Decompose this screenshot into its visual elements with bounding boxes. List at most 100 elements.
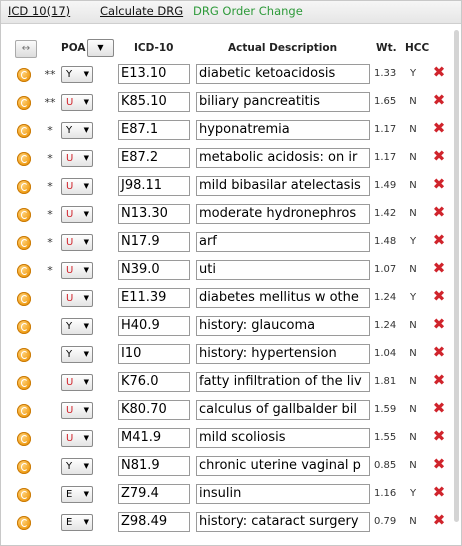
icd-code-field[interactable]: N17.9 (118, 232, 190, 252)
scrollbar[interactable] (454, 24, 460, 544)
icd-code-field[interactable]: Z79.4 (118, 484, 190, 504)
poa-select[interactable]: Y ▼ (61, 122, 93, 139)
flag-icon[interactable] (17, 96, 31, 110)
delete-icon[interactable]: ✖ (432, 316, 446, 332)
flag-icon[interactable] (17, 208, 31, 222)
delete-icon[interactable]: ✖ (432, 400, 446, 416)
flag-icon[interactable] (17, 516, 31, 530)
delete-icon[interactable]: ✖ (432, 64, 446, 80)
description-field[interactable]: fatty infiltration of the liv (196, 372, 370, 392)
delete-icon[interactable]: ✖ (432, 428, 446, 444)
delete-icon[interactable]: ✖ (432, 92, 446, 108)
poa-select[interactable]: Y ▼ (61, 346, 93, 363)
poa-select[interactable]: Y ▼ (61, 66, 93, 83)
description-field[interactable]: biliary pancreatitis (196, 92, 370, 112)
description-field[interactable]: mild scoliosis (196, 428, 370, 448)
poa-select[interactable]: U ▼ (61, 94, 93, 111)
poa-select[interactable]: Y ▼ (61, 458, 93, 475)
poa-select[interactable]: U ▼ (61, 402, 93, 419)
description-field[interactable]: moderate hydronephros (196, 204, 370, 224)
flag-icon[interactable] (17, 460, 31, 474)
delete-icon[interactable]: ✖ (432, 232, 446, 248)
delete-icon[interactable]: ✖ (432, 344, 446, 360)
poa-select[interactable]: U ▼ (61, 234, 93, 251)
flag-icon[interactable] (17, 124, 31, 138)
delete-icon[interactable]: ✖ (432, 512, 446, 528)
description-field[interactable]: diabetes mellitus w othe (196, 288, 370, 308)
icd-code-field[interactable]: Z98.49 (118, 512, 190, 532)
flag-icon[interactable] (17, 348, 31, 362)
tab-icd10[interactable]: ICD 10(17) (8, 5, 70, 18)
icd-code-field[interactable]: J98.11 (118, 176, 190, 196)
tab-calculate-drg[interactable]: Calculate DRG (100, 5, 183, 18)
description-field[interactable]: history: cataract surgery (196, 512, 370, 532)
flag-icon[interactable] (17, 376, 31, 390)
poa-select[interactable]: Y ▼ (61, 318, 93, 335)
flag-icon[interactable] (17, 292, 31, 306)
delete-icon[interactable]: ✖ (432, 120, 446, 136)
description-field[interactable]: chronic uterine vaginal p (196, 456, 370, 476)
poa-bulk-select[interactable]: ▼ (87, 39, 114, 57)
flag-icon[interactable] (17, 152, 31, 166)
icd-code-field[interactable]: E87.2 (118, 148, 190, 168)
icd-code-field[interactable]: H40.9 (118, 316, 190, 336)
delete-icon[interactable]: ✖ (432, 176, 446, 192)
flag-icon[interactable] (17, 68, 31, 82)
icd-code-field[interactable]: N81.9 (118, 456, 190, 476)
poa-value: U (66, 265, 74, 276)
scrollbar-thumb[interactable] (454, 30, 459, 522)
priority-stars: * (47, 180, 53, 193)
description-field[interactable]: uti (196, 260, 370, 280)
delete-icon[interactable]: ✖ (432, 288, 446, 304)
description-field[interactable]: history: hypertension (196, 344, 370, 364)
icd-code-field[interactable]: E11.39 (118, 288, 190, 308)
icd-code-field[interactable]: N39.0 (118, 260, 190, 280)
delete-icon[interactable]: ✖ (432, 204, 446, 220)
description-field[interactable]: hyponatremia (196, 120, 370, 140)
poa-select[interactable]: U ▼ (61, 262, 93, 279)
poa-select[interactable]: U ▼ (61, 178, 93, 195)
description-field[interactable]: calculus of gallbalder bil (196, 400, 370, 420)
poa-select[interactable]: U ▼ (61, 150, 93, 167)
flag-icon[interactable] (17, 264, 31, 278)
delete-icon[interactable]: ✖ (432, 484, 446, 500)
chevron-down-icon: ▼ (83, 518, 89, 526)
icd-code-field[interactable]: M41.9 (118, 428, 190, 448)
description-field[interactable]: mild bibasilar atelectasis (196, 176, 370, 196)
description-field[interactable]: insulin (196, 484, 370, 504)
poa-select[interactable]: E ▼ (61, 514, 93, 531)
description-field[interactable]: history: glaucoma (196, 316, 370, 336)
icd-code-field[interactable]: N13.30 (118, 204, 190, 224)
poa-select[interactable]: E ▼ (61, 486, 93, 503)
poa-select[interactable]: U ▼ (61, 290, 93, 307)
poa-select[interactable]: U ▼ (61, 374, 93, 391)
flag-icon[interactable] (17, 320, 31, 334)
delete-icon[interactable]: ✖ (432, 372, 446, 388)
flag-icon[interactable] (17, 236, 31, 250)
icd-code-field[interactable]: E87.1 (118, 120, 190, 140)
flag-icon[interactable] (17, 404, 31, 418)
flag-icon[interactable] (17, 180, 31, 194)
tab-bar: ICD 10(17) Calculate DRG DRG Order Chang… (1, 1, 461, 24)
description-field[interactable]: diabetic ketoacidosis (196, 64, 370, 84)
flag-icon[interactable] (17, 432, 31, 446)
icd-code-field[interactable]: E13.10 (118, 64, 190, 84)
poa-select[interactable]: U ▼ (61, 206, 93, 223)
delete-icon[interactable]: ✖ (432, 456, 446, 472)
poa-select[interactable]: U ▼ (61, 430, 93, 447)
delete-icon[interactable]: ✖ (432, 148, 446, 164)
priority-stars: ** (44, 68, 56, 81)
icd-code-field[interactable]: K76.0 (118, 372, 190, 392)
tab-drg-order-change[interactable]: DRG Order Change (193, 5, 303, 18)
resize-horizontal-icon[interactable]: ↔ (15, 40, 37, 58)
weight-value: 0.79 (374, 516, 397, 527)
icd-code-field[interactable]: K85.10 (118, 92, 190, 112)
delete-icon[interactable]: ✖ (432, 260, 446, 276)
table-row: Y ▼ H40.9 history: glaucoma 1.24 N ✖ (1, 313, 461, 341)
description-field[interactable]: metabolic acidosis: on ir (196, 148, 370, 168)
description-field[interactable]: arf (196, 232, 370, 252)
icd-code-field[interactable]: K80.70 (118, 400, 190, 420)
icd-code-field[interactable]: I10 (118, 344, 190, 364)
flag-icon[interactable] (17, 488, 31, 502)
hcc-value: N (409, 376, 417, 387)
